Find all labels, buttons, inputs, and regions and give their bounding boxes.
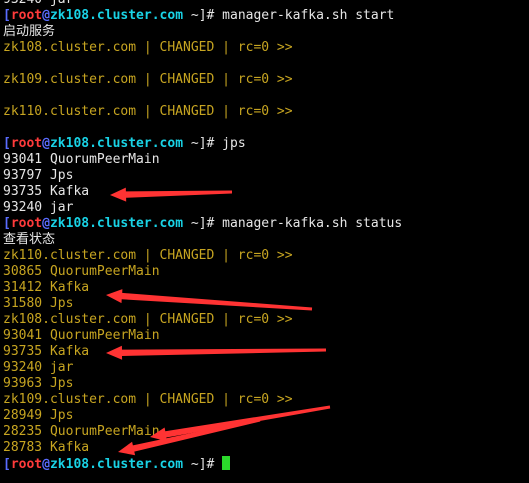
output-line: 93240 jar	[0, 0, 529, 8]
command-text: manager-kafka.sh status	[222, 216, 403, 231]
prompt-open-bracket: [	[3, 136, 11, 151]
output-line: 查看状态	[3, 232, 56, 247]
ansible-output-line: 93240 jar	[3, 360, 74, 375]
ansible-output-line: 30865 QuorumPeerMain	[3, 264, 160, 279]
prompt-close: ]#	[198, 216, 223, 231]
prompt-path: ~	[183, 8, 199, 23]
prompt-user: root	[10, 136, 43, 151]
terminal-output[interactable]: 93240 jar[root@zk108.cluster.com ~]# man…	[0, 0, 529, 472]
prompt-host: zk108.cluster.com	[49, 457, 184, 472]
ansible-output-line: 28783 Kafka	[3, 440, 90, 455]
prompt-at-sign: @	[42, 136, 50, 151]
output-line: 93240 jar	[3, 200, 74, 215]
prompt-host: zk108.cluster.com	[49, 216, 184, 231]
prompt-user: root	[10, 457, 43, 472]
command-text: jps	[222, 136, 246, 151]
output-line: 93041 QuorumPeerMain	[3, 152, 160, 167]
prompt-user: root	[10, 8, 43, 23]
ansible-output-line: zk108.cluster.com | CHANGED | rc=0 >>	[3, 40, 293, 55]
prompt-close: ]#	[198, 457, 223, 472]
ansible-output-line: 31580 Jps	[3, 296, 74, 311]
output-line: 93797 Jps	[3, 168, 74, 183]
prompt-line: [root@zk108.cluster.com ~]# jps	[0, 136, 529, 152]
ansible-output-line: zk109.cluster.com | CHANGED | rc=0 >>	[3, 392, 293, 407]
cursor-block[interactable]	[222, 456, 231, 470]
ansible-output-line: 28235 QuorumPeerMain	[3, 424, 160, 439]
output-line: 93735 Kafka	[3, 184, 90, 199]
prompt-user: root	[10, 216, 43, 231]
prompt-path: ~	[183, 136, 199, 151]
prompt-line: [root@zk108.cluster.com ~]# manager-kafk…	[0, 216, 529, 232]
ansible-output-line: zk109.cluster.com | CHANGED | rc=0 >>	[3, 72, 293, 87]
ansible-output-line: 93735 Kafka	[3, 344, 90, 359]
prompt-path: ~	[183, 216, 199, 231]
output-line: 启动服务	[3, 24, 56, 39]
ansible-output-line: zk110.cluster.com | CHANGED | rc=0 >>	[3, 248, 293, 263]
prompt-line: [root@zk108.cluster.com ~]# manager-kafk…	[0, 8, 529, 24]
prompt-host: zk108.cluster.com	[49, 136, 184, 151]
prompt-host: zk108.cluster.com	[49, 8, 184, 23]
ansible-output-line: 93041 QuorumPeerMain	[3, 328, 160, 343]
command-text: manager-kafka.sh start	[222, 8, 395, 23]
prompt-close: ]#	[198, 136, 223, 151]
prompt-open-bracket: [	[3, 8, 11, 23]
prompt-at-sign: @	[42, 8, 50, 23]
prompt-open-bracket: [	[3, 457, 11, 472]
ansible-output-line: 28949 Jps	[3, 408, 74, 423]
prompt-at-sign: @	[42, 216, 50, 231]
prompt-open-bracket: [	[3, 216, 11, 231]
ansible-output-line: zk110.cluster.com | CHANGED | rc=0 >>	[3, 104, 293, 119]
ansible-output-line: 31412 Kafka	[3, 280, 90, 295]
prompt-close: ]#	[198, 8, 223, 23]
prompt-at-sign: @	[42, 457, 50, 472]
prompt-line: [root@zk108.cluster.com ~]#	[0, 456, 529, 472]
ansible-output-line: zk108.cluster.com | CHANGED | rc=0 >>	[3, 312, 293, 327]
ansible-output-line: 93963 Jps	[3, 376, 74, 391]
prompt-path: ~	[183, 457, 199, 472]
